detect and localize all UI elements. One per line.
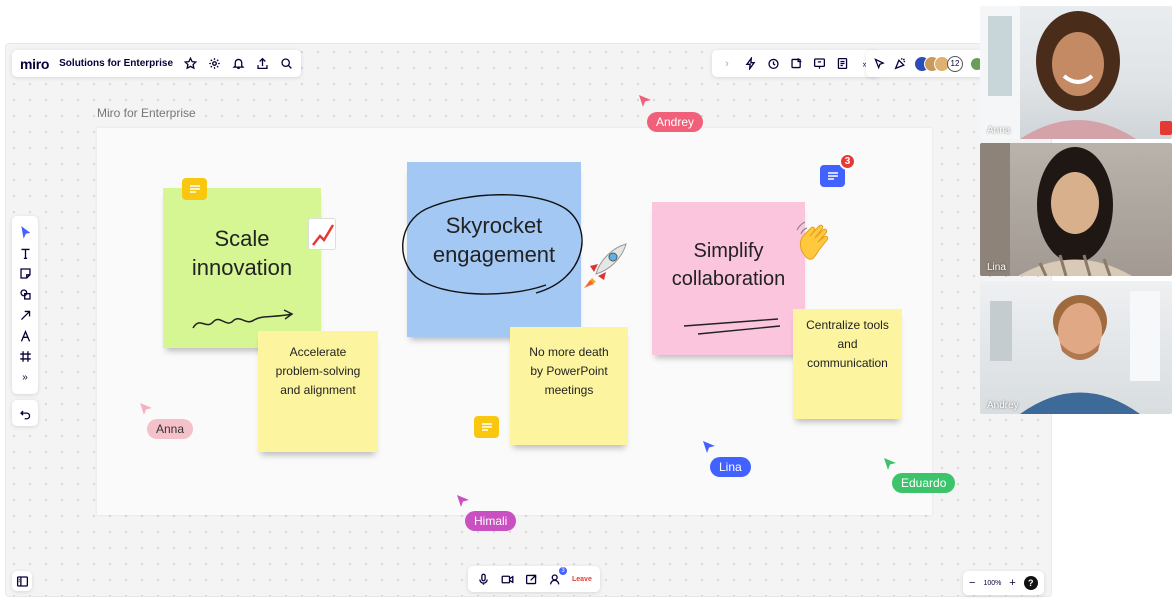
frame-label[interactable]: Miro for Enterprise — [97, 106, 196, 120]
cursor-label-eduardo: Eduardo — [892, 473, 956, 493]
participant-video — [980, 6, 1136, 139]
cursor-label-andrey: Andrey — [647, 112, 704, 132]
camera-icon[interactable] — [500, 572, 514, 586]
board-title[interactable]: Solutions for Enterprise — [59, 58, 173, 69]
sticky-text: Centralize tools and communication — [806, 317, 889, 370]
text-tool-icon[interactable] — [18, 246, 32, 260]
video-tile-anna[interactable]: Anna — [980, 6, 1172, 139]
present-icon[interactable] — [812, 57, 826, 71]
participant-video — [990, 291, 1160, 414]
participants-button[interactable]: 3 — [548, 567, 567, 586]
zoom-level[interactable]: 100% — [983, 580, 1001, 587]
share-screen-icon[interactable] — [524, 572, 538, 586]
comment-icon[interactable] — [820, 165, 845, 187]
sidebar-icon[interactable] — [15, 574, 29, 588]
video-tile-lina[interactable]: Lina — [980, 143, 1172, 276]
zoom-out-button[interactable]: − — [969, 577, 975, 589]
creation-toolbar: » — [12, 216, 38, 394]
cursor-label-anna: Anna — [147, 419, 194, 439]
sticky-text: Simplify collaboration — [671, 239, 786, 290]
cursor-icon — [457, 495, 469, 507]
search-icon[interactable] — [279, 57, 293, 71]
collaborators-panel: 12 — [866, 50, 990, 77]
reactions-icon[interactable] — [893, 57, 907, 71]
board-header: miro Solutions for Enterprise — [12, 50, 302, 77]
comment-badge: 3 — [839, 153, 856, 170]
comment-icon[interactable] — [474, 416, 499, 438]
sticky-text: No more death by PowerPoint meetings — [529, 344, 609, 397]
collaborator-count[interactable]: 12 — [947, 55, 963, 72]
participant-name: Lina — [987, 262, 1006, 273]
chart-emoji-icon — [308, 218, 336, 250]
shapes-tool-icon[interactable] — [18, 288, 32, 302]
timer-icon[interactable] — [766, 57, 780, 71]
waving-hand-emoji-icon — [793, 218, 841, 266]
arrow-tool-icon[interactable] — [18, 308, 32, 322]
collaborator-avatars[interactable]: 12 — [914, 55, 963, 72]
comment-icon[interactable] — [182, 178, 207, 200]
cursor-icon — [140, 403, 152, 415]
sidepanel-toggle[interactable] — [12, 571, 32, 591]
call-controls: 3 Leave — [468, 566, 600, 592]
board-tools-panel: › » — [712, 50, 880, 77]
cursor-icon — [884, 458, 896, 470]
card-icon[interactable] — [789, 57, 803, 71]
sticky-accelerate[interactable]: Accelerate problem-solving and alignment — [258, 331, 378, 452]
cursor-label-himali: Himali — [465, 511, 517, 531]
underline-drawing — [683, 318, 781, 335]
frame-tool-icon[interactable] — [18, 350, 32, 364]
rocket-emoji-icon — [580, 240, 630, 290]
zoom-in-button[interactable]: + — [1009, 577, 1015, 589]
sticky-text: Scale innovation — [191, 226, 293, 280]
select-tool-icon[interactable] — [18, 225, 32, 239]
more-tools-icon[interactable]: » — [18, 371, 32, 385]
participant-video — [980, 143, 1132, 276]
sticky-note-tool-icon[interactable] — [18, 267, 32, 281]
star-icon[interactable] — [183, 57, 197, 71]
video-tile-andrey[interactable]: Andrey — [980, 281, 1172, 414]
participant-name: Anna — [987, 125, 1011, 136]
sticky-text: Accelerate problem-solving and alignment — [275, 345, 361, 397]
cursor-follow-icon[interactable] — [872, 57, 886, 71]
settings-icon[interactable] — [207, 57, 221, 71]
undo-icon[interactable] — [18, 406, 32, 420]
bell-icon[interactable] — [231, 57, 245, 71]
participants-badge: 3 — [559, 567, 567, 575]
notes-icon[interactable] — [835, 57, 849, 71]
chevron-right-icon[interactable]: › — [720, 57, 734, 71]
leave-button[interactable]: Leave — [572, 576, 592, 583]
zoom-controls: − 100% + ? — [963, 571, 1044, 595]
upload-icon[interactable] — [255, 57, 269, 71]
sticky-centralize[interactable]: Centralize tools and communication — [793, 309, 902, 419]
help-button[interactable]: ? — [1023, 576, 1038, 590]
cursor-icon — [639, 95, 651, 107]
cursor-label-lina: Lina — [710, 457, 751, 477]
pen-tool-icon[interactable] — [18, 329, 32, 343]
muted-mic-icon — [1160, 121, 1172, 135]
undo-button[interactable] — [12, 400, 38, 426]
miro-logo[interactable]: miro — [20, 56, 49, 72]
lightning-icon[interactable] — [743, 57, 757, 71]
microphone-icon[interactable] — [476, 572, 490, 586]
circle-drawing — [402, 194, 583, 295]
participant-name: Andrey — [987, 400, 1019, 411]
cursor-icon — [703, 441, 715, 453]
sticky-powerpoint[interactable]: No more death by PowerPoint meetings — [510, 327, 628, 445]
